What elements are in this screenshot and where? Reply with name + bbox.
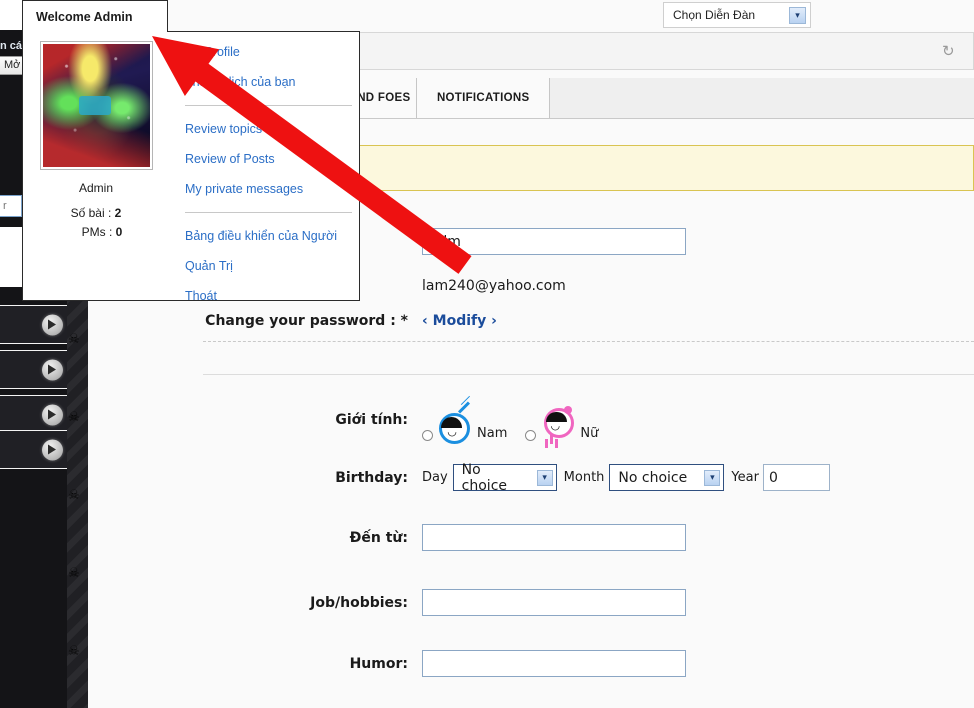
birthday-month-select[interactable]: No choice ▾: [609, 464, 725, 491]
pms-value: 0: [115, 225, 123, 239]
welcome-popup-profile: Admin Số bài : 2 PMs : 0: [23, 32, 169, 300]
screenshot-root: ☠☠☠☠☠☠☠☠☠☠☠☠☠☠☠☠☠☠☠☠☠☠☠☠☠☠☠☠☠☠☠☠☠☠☠☠☠☠☠☠…: [0, 0, 974, 708]
welcome-popup-title: Welcome Admin: [36, 10, 133, 24]
row-from: Đến từ:: [112, 524, 974, 551]
gender-label: Giới tính:: [335, 412, 408, 428]
tab-bar-filler: [550, 78, 974, 118]
password-modify-link[interactable]: ‹ Modify ›: [422, 313, 497, 329]
birthday-year-label: Year: [731, 470, 759, 485]
arrow-right-circle-icon: [42, 359, 63, 380]
sidebar-item-2[interactable]: [0, 350, 67, 389]
male-avatar-icon: ◡: [437, 404, 471, 444]
sidebar-item-4[interactable]: [0, 430, 67, 469]
birthday-year-input[interactable]: [762, 464, 830, 491]
chevron-down-icon: ▾: [536, 469, 553, 486]
posts-value: 2: [114, 206, 122, 220]
skull-icon: ☠: [68, 565, 80, 580]
row-password: Change your password : * ‹ Modify ›: [112, 313, 974, 329]
menu-item-review-posts[interactable]: Review of Posts: [185, 152, 359, 166]
from-label: Đến từ:: [349, 529, 408, 546]
menu-item-edit-profile[interactable]: Thay lý lịch của bạn: [185, 75, 359, 89]
gender-female-label: Nữ: [580, 426, 599, 441]
popup-posts-stat: Số bài : 2: [23, 206, 169, 220]
job-label: Job/hobbies:: [310, 594, 408, 611]
birthday-day-label: Day: [422, 470, 448, 485]
tab-notifications[interactable]: NOTIFICATIONS: [417, 78, 551, 118]
birthday-month-value: No choice: [618, 469, 688, 486]
welcome-popup-header: Welcome Admin: [22, 0, 168, 32]
sidebar-item-3[interactable]: [0, 395, 67, 434]
tab-label: NOTIFICATIONS: [436, 92, 530, 104]
welcome-popup-menu: ew Profile Thay lý lịch của bạn Review t…: [169, 32, 359, 303]
birthday-label: Birthday:: [335, 469, 408, 486]
email-value: lam240@yahoo.com: [422, 278, 566, 294]
username-input[interactable]: [422, 228, 686, 255]
row-birthday: Birthday: Day No choice ▾ Month No choic…: [112, 461, 974, 494]
female-hair: [546, 412, 568, 422]
gender-male-label: Nam: [477, 426, 508, 441]
welcome-popup: Admin Số bài : 2 PMs : 0 ew Profile Thay…: [22, 31, 360, 303]
password-label: Change your password : *: [205, 313, 408, 329]
female-bow: [564, 406, 573, 414]
skull-icon: ☠: [68, 487, 80, 502]
menu-separator-1: [185, 105, 352, 106]
sidebar-item-1[interactable]: [0, 305, 67, 344]
arrow-right-circle-icon: [42, 314, 63, 335]
forum-select-value: Chọn Diễn Đàn: [673, 8, 756, 22]
avatar[interactable]: [39, 41, 153, 170]
birthday-day-select[interactable]: No choice ▾: [452, 461, 557, 494]
female-avatar-icon: ◡: [540, 404, 575, 444]
menu-item-control-panel[interactable]: Bảng điều khiển của Người: [185, 229, 359, 243]
humor-input[interactable]: [422, 650, 686, 677]
menu-item-view-profile[interactable]: ew Profile: [185, 45, 359, 59]
menu-item-admin[interactable]: Quản Trị: [185, 259, 359, 273]
arrow-right-circle-icon: [42, 404, 63, 425]
from-input[interactable]: [422, 524, 686, 551]
male-hair: [441, 417, 462, 428]
search-bar[interactable]: ↻: [343, 32, 974, 70]
popup-pms-stat: PMs : 0: [23, 225, 169, 239]
menu-item-logout[interactable]: Thoát: [185, 289, 359, 303]
gender-female-radio[interactable]: [525, 430, 537, 441]
menu-item-review-topics[interactable]: Review topics sted: [185, 122, 359, 136]
row-gender: Giới tính: ◡ Nam ◡ Nữ: [112, 404, 974, 444]
solid-separator: [203, 374, 974, 375]
avatar-image: [42, 44, 150, 167]
forum-select[interactable]: Chọn Diễn Đàn ▾: [663, 2, 811, 28]
menu-separator-2: [185, 212, 352, 213]
dashed-separator: [203, 341, 974, 342]
chevron-down-icon: ▾: [704, 469, 721, 486]
gender-options: ◡ Nam ◡ Nữ: [422, 404, 598, 444]
gender-male-radio[interactable]: [422, 430, 433, 441]
menu-item-private-messages[interactable]: My private messages: [185, 182, 359, 196]
birthday-day-value: No choice: [461, 461, 508, 494]
pms-label: PMs :: [81, 225, 113, 239]
skull-icon: ☠: [68, 409, 80, 424]
chevron-down-icon: ▾: [789, 6, 806, 24]
job-input[interactable]: [422, 589, 686, 616]
humor-label: Humor:: [349, 655, 408, 672]
left-white-top: [0, 0, 22, 30]
row-humor: Humor:: [112, 650, 974, 677]
left-white-block: [0, 227, 22, 287]
birthday-month-label: Month: [563, 470, 605, 485]
popup-username: Admin: [78, 181, 113, 195]
arrow-right-circle-icon: [42, 439, 63, 460]
refresh-icon[interactable]: ↻: [942, 44, 957, 59]
row-job: Job/hobbies:: [112, 589, 974, 616]
posts-label: Số bài :: [70, 206, 112, 220]
skull-icon: ☠: [68, 331, 80, 346]
left-partial-input[interactable]: r: [0, 195, 22, 217]
skull-icon: ☠: [68, 643, 80, 658]
